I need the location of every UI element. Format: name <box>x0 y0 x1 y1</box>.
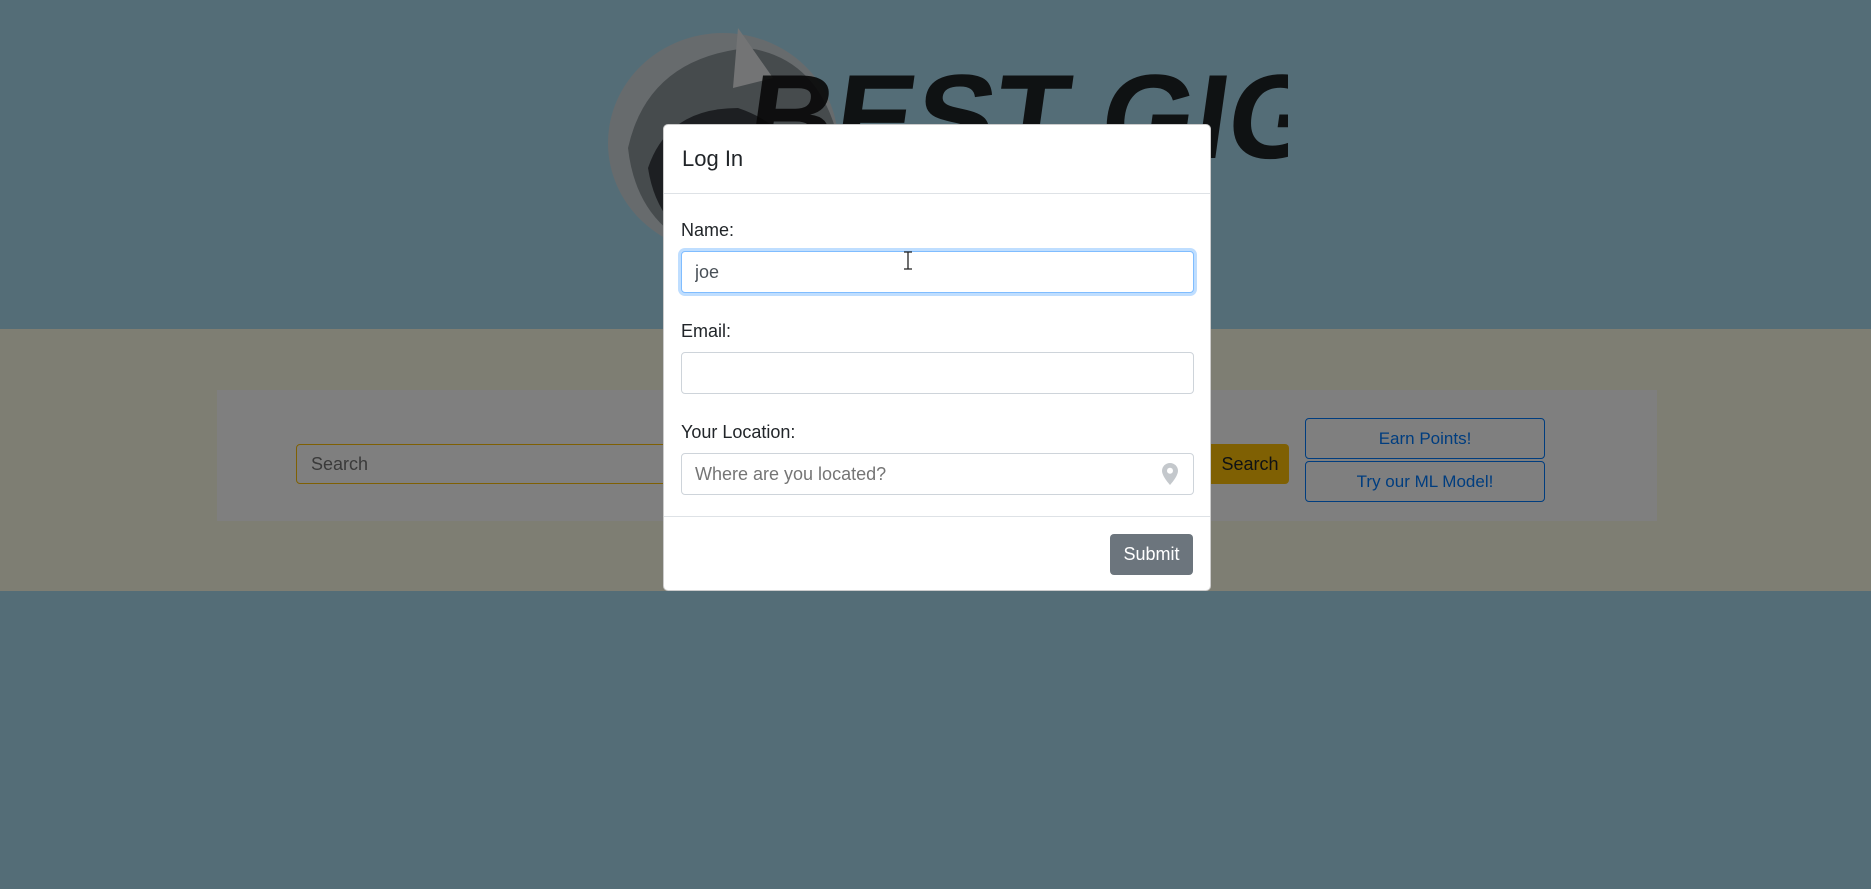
location-field-group: Your Location: <box>681 422 1194 495</box>
modal-body: Name: Email: Your Location: <box>664 194 1210 517</box>
name-label: Name: <box>681 220 735 240</box>
email-label: Email: <box>681 321 732 341</box>
modal-header: Log In <box>664 125 1210 194</box>
submit-button[interactable]: Submit <box>1110 533 1193 575</box>
login-modal: Log In Name: Email: Your Location: Submi… <box>663 124 1211 591</box>
modal-title: Log In <box>682 146 744 171</box>
name-input[interactable] <box>681 251 1194 293</box>
location-label: Your Location: <box>681 422 796 442</box>
map-pin-icon[interactable] <box>1162 463 1178 485</box>
location-input[interactable] <box>681 453 1194 495</box>
name-field-group: Name: <box>681 220 1194 293</box>
location-input-wrapper <box>681 453 1194 495</box>
email-input[interactable] <box>681 352 1194 394</box>
text-cursor-icon <box>904 251 912 270</box>
email-field-group: Email: <box>681 321 1194 394</box>
modal-footer: Submit <box>664 517 1210 591</box>
